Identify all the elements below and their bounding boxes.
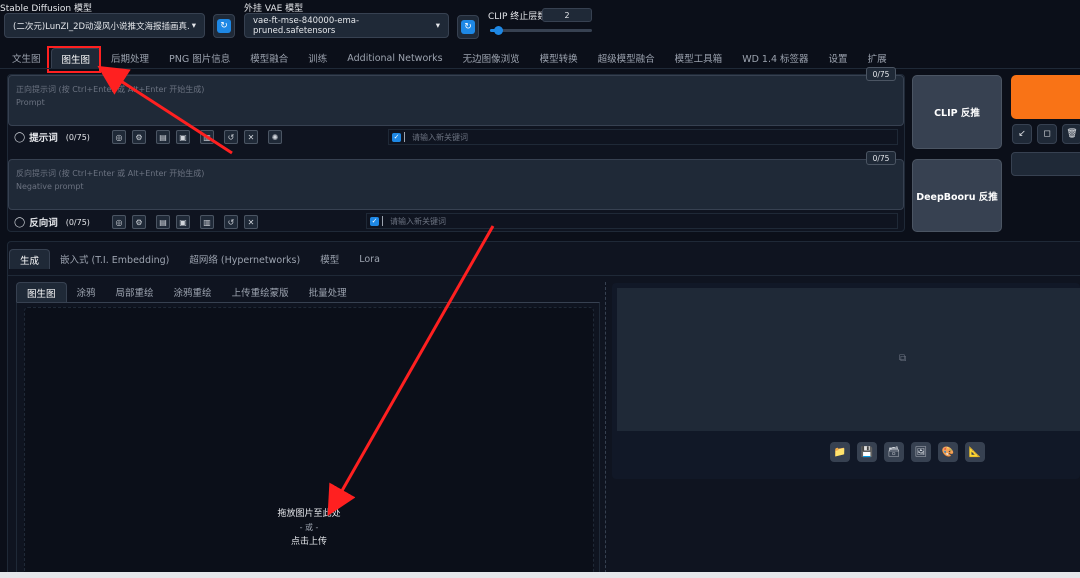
arrow-to-dropzone bbox=[327, 225, 495, 517]
arrow-to-img2img-tab bbox=[97, 65, 233, 155]
annotation-arrows bbox=[97, 65, 495, 517]
bottom-bar bbox=[0, 572, 1080, 578]
